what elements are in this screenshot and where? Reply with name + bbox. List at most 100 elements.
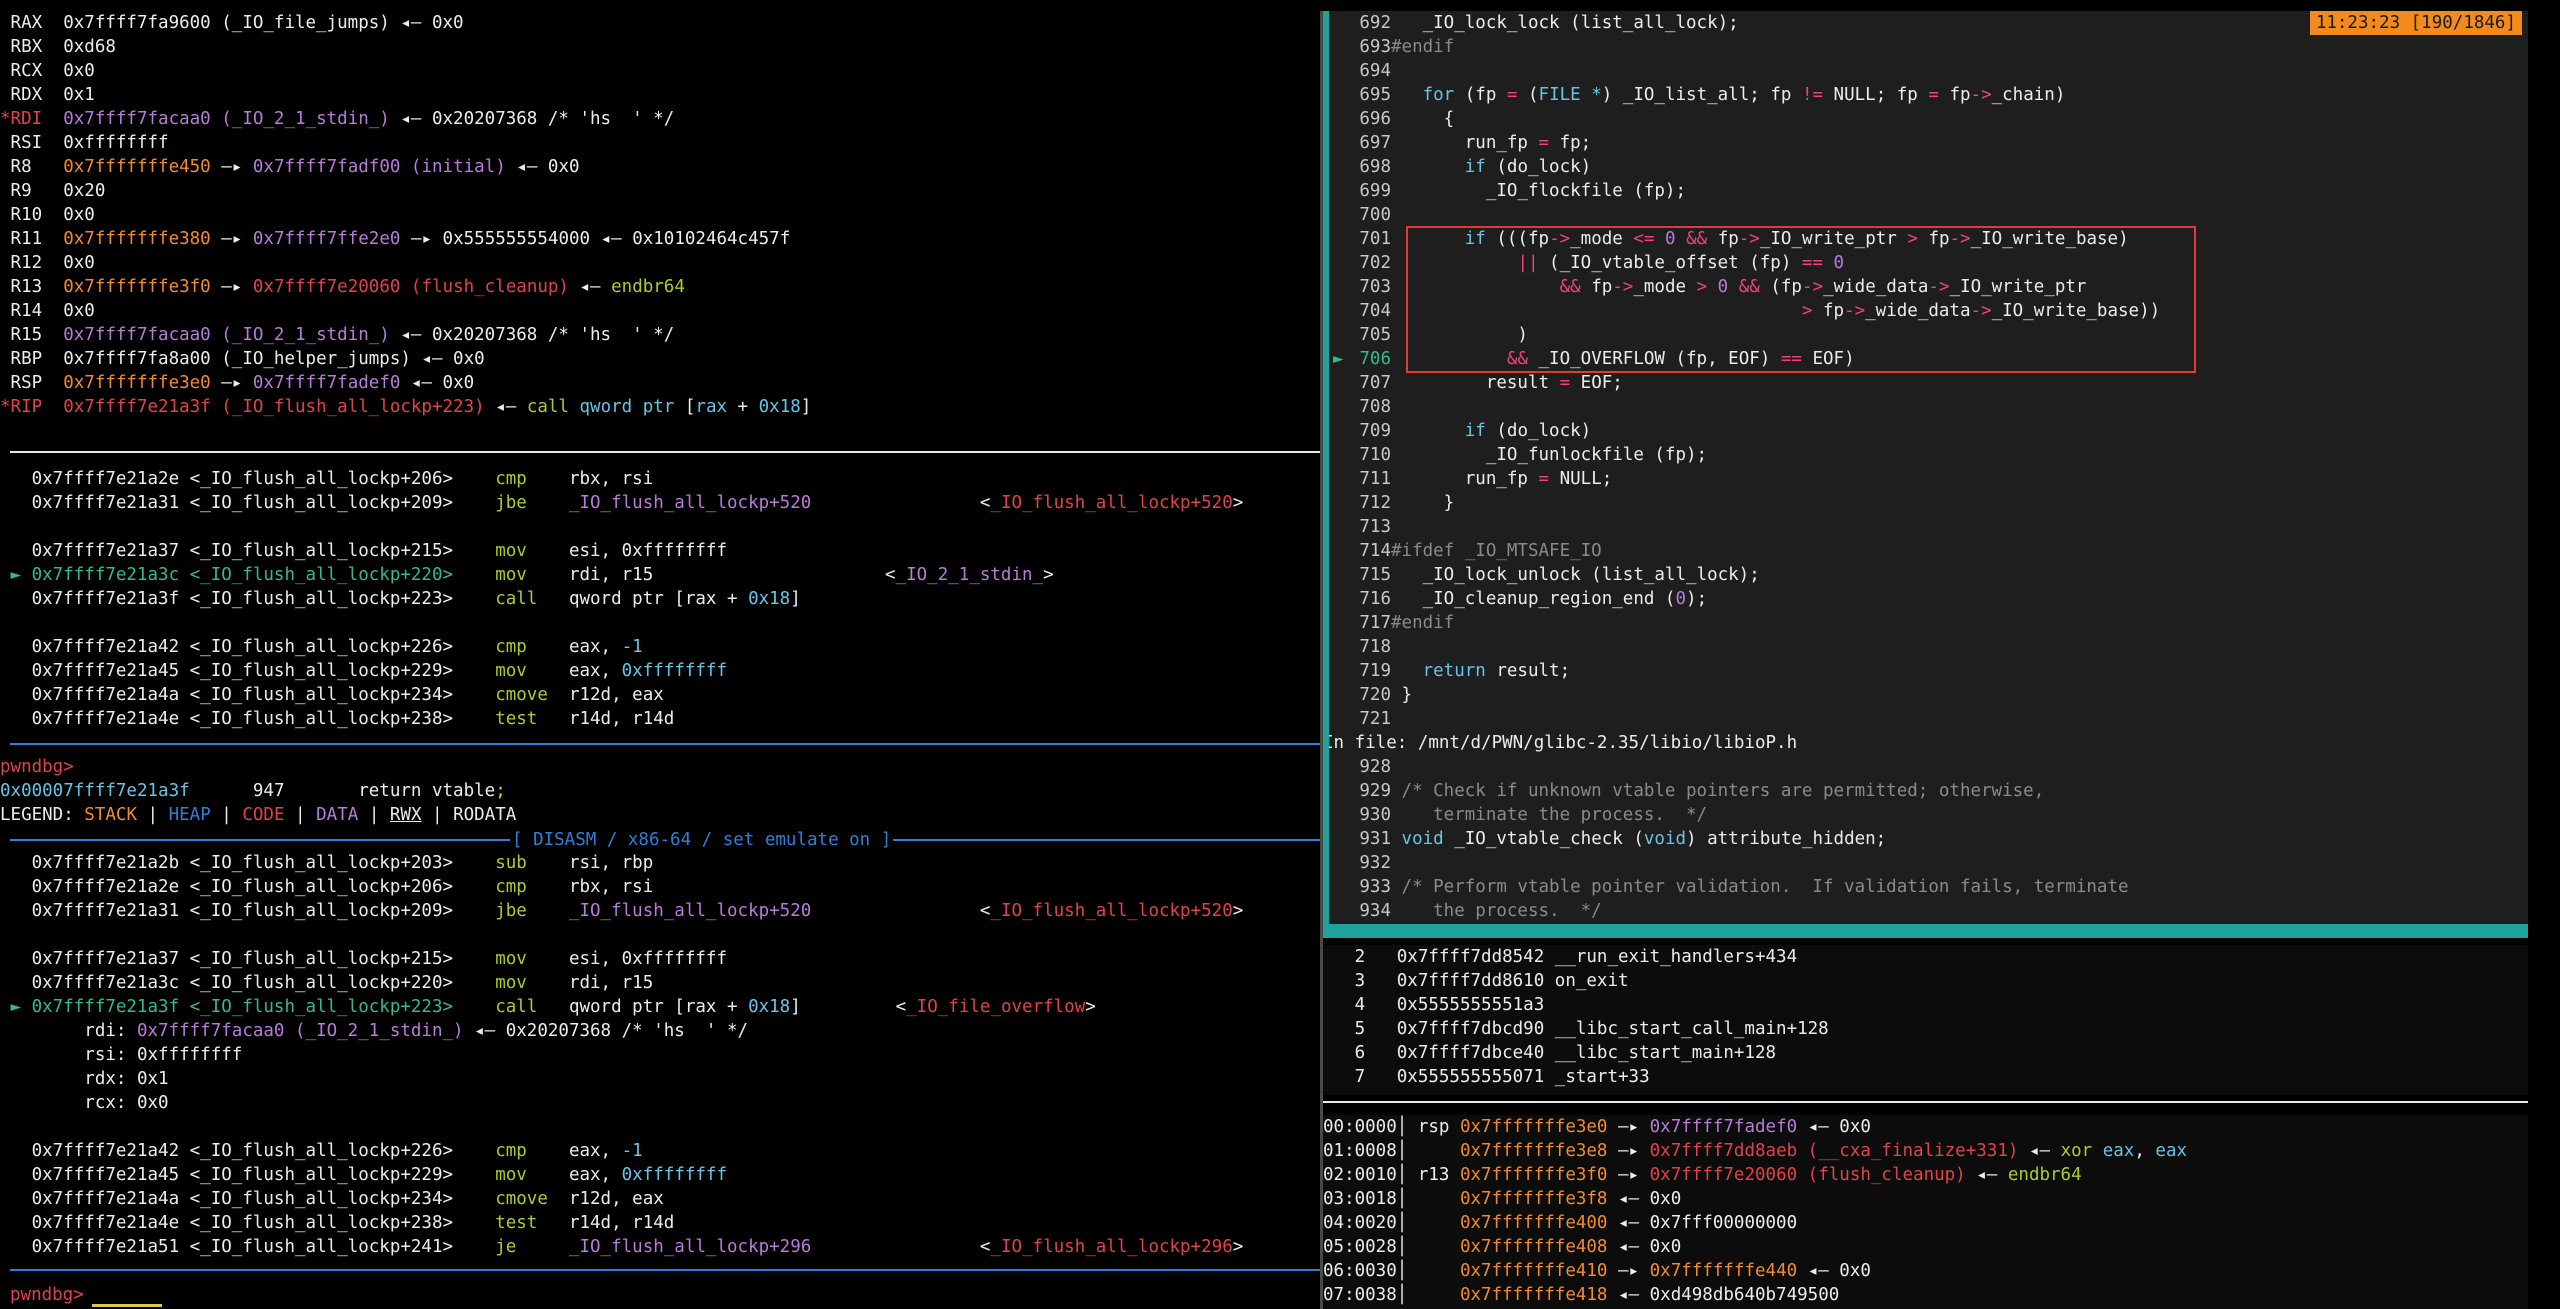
console-text: 0x00007ffff7e21a3f	[0, 781, 190, 801]
disasm-line: 0x7ffff7e21a4a <_IO_flush_all_lockp+234>…	[0, 1187, 1320, 1211]
register-text: RBX 0xd68	[0, 37, 116, 57]
code-token: ->	[1612, 277, 1634, 297]
line-number: 711	[1359, 469, 1391, 489]
code-token: void	[1643, 829, 1687, 849]
disasm-line: rcx: 0x0	[0, 1091, 1320, 1115]
disasm-text: 0x18	[748, 589, 791, 609]
console-line: pwndbg>	[0, 755, 1320, 779]
code-token: !=	[1801, 85, 1824, 105]
code-token: #endif	[1391, 613, 1455, 633]
line-number: 695	[1359, 85, 1391, 105]
source-line: 705 )	[1329, 323, 2528, 347]
disasm-text: 0x7ffff7e21a31 <_IO_flush_all_lockp+209>	[0, 901, 496, 921]
disasm-text: call	[495, 997, 569, 1017]
disasm-text: rdx: 0x1	[0, 1069, 169, 1089]
disasm-text: 0x7ffff7e21a42 <_IO_flush_all_lockp+226>	[0, 637, 496, 657]
console-text: DATA	[316, 805, 359, 825]
disasm-line: 0x7ffff7e21a45 <_IO_flush_all_lockp+229>…	[0, 1163, 1320, 1187]
backtrace-text: 3 0x7ffff7dd8610 on_exit	[1323, 971, 1629, 991]
register-text: ◂—	[568, 277, 612, 297]
code-token: result;	[1485, 661, 1571, 681]
stack-text: eax	[2102, 1141, 2135, 1161]
disasm-text: 0xffffffff	[621, 661, 727, 681]
code-token: (do_lock)	[1485, 421, 1592, 441]
disasm-text: r12d, eax	[568, 1189, 664, 1209]
code-token: ||	[1517, 253, 1539, 273]
cursor[interactable]	[91, 1304, 162, 1307]
register-text: *RDI	[0, 109, 64, 129]
disasm-text: 0x7ffff7e21a2e <_IO_flush_all_lockp+206>	[0, 877, 496, 897]
register-line: RBX 0xd68	[0, 35, 1320, 59]
line-number: 708	[1359, 397, 1391, 417]
code-token: >	[1801, 301, 1813, 321]
source-scrollbar[interactable]	[1323, 924, 2528, 938]
disasm-text: <	[811, 493, 991, 513]
code-token: (	[1517, 85, 1539, 105]
source-line: 717#endif	[1329, 611, 2528, 635]
disasm-text: 0x7ffff7e21a4e <_IO_flush_all_lockp+238>	[0, 709, 496, 729]
stack-line: 05:0028│ 0x7fffffffe408 ◂— 0x0	[1323, 1235, 2528, 1259]
line-number: 714	[1359, 541, 1391, 561]
line-number: 933	[1359, 877, 1391, 897]
disasm-text: cmp	[495, 469, 569, 489]
disasm-line: 0x7ffff7e21a4a <_IO_flush_all_lockp+234>…	[0, 683, 1320, 707]
stack-line: 01:0008│ 0x7fffffffe3e8 —▸ 0x7ffff7dd8ae…	[1323, 1139, 2528, 1163]
source-line: 934 the process. */	[1329, 899, 2528, 923]
disasm-top-pane: 0x7ffff7e21a2e <_IO_flush_all_lockp+206>…	[0, 467, 1320, 737]
code-token: _IO_write_base)	[1970, 229, 2129, 249]
registers-pane: RAX 0x7ffff7fa9600 (_IO_file_jumps) ◂— 0…	[0, 11, 1320, 421]
backtrace-line: 6 0x7ffff7dbce40 __libc_start_main+128	[1323, 1041, 2528, 1065]
register-text: ◂—	[484, 397, 527, 417]
line-number: 701	[1359, 229, 1391, 249]
line-number: 700	[1359, 205, 1391, 225]
code-token: fp	[1938, 85, 1971, 105]
code-token: _IO_lock_lock (list_all_lock);	[1391, 13, 1739, 33]
source-line: 703 && fp->_mode > 0 && (fp->_wide_data-…	[1329, 275, 2528, 299]
backtrace-pane: 2 0x7ffff7dd8542 __run_exit_handlers+434…	[1323, 945, 2528, 1095]
disasm-header-label: [ DISASM / x86-64 / set emulate on ]	[510, 828, 894, 852]
prompt-line[interactable]: pwndbg>	[10, 1283, 1320, 1307]
line-number: 707	[1359, 373, 1391, 393]
line-number: 719	[1359, 661, 1391, 681]
disasm-text: _IO_2_1_stdin_	[895, 565, 1044, 585]
disasm-text: 0x7ffff7e21a37 <_IO_flush_all_lockp+215>	[0, 541, 496, 561]
disasm-text: >	[1232, 493, 1244, 513]
stack-text: ◂— 0x0	[1797, 1261, 1871, 1281]
register-text: ◂— 0x0	[400, 373, 475, 393]
stack-text: 0x7fffffffe3e8	[1459, 1141, 1608, 1161]
line-number: 693	[1359, 37, 1391, 57]
code-token: =	[1559, 373, 1571, 393]
disasm-text: ◂— 0x20207368 /* 'hs ' */	[463, 1021, 749, 1041]
disasm-line	[0, 515, 1320, 539]
register-text: ◂— 0x20207368 /* 'hs ' */	[389, 325, 675, 345]
register-text: ]	[800, 397, 812, 417]
disasm-text: mov	[495, 1165, 569, 1185]
console-line: LEGEND: STACK | HEAP | CODE | DATA | RWX…	[0, 803, 1320, 827]
register-text: rax	[695, 397, 728, 417]
code-token: =	[1928, 85, 1939, 105]
register-text: qword ptr	[579, 397, 685, 417]
code-token: run_fp	[1391, 133, 1539, 153]
stack-text: ◂— 0xd498db640b749500	[1607, 1285, 1840, 1305]
stack-text: 04:0020│	[1323, 1213, 1460, 1233]
line-number: 930	[1359, 805, 1391, 825]
stack-text: ,	[2134, 1141, 2156, 1161]
code-token: ->	[1928, 277, 1950, 297]
code-token: run_fp	[1391, 469, 1539, 489]
line-number: 692	[1359, 13, 1391, 33]
register-text: [	[684, 397, 696, 417]
stack-text: —▸	[1607, 1165, 1650, 1185]
source-line: 711 run_fp = NULL;	[1329, 467, 2528, 491]
disasm-text: rsi: 0xffffffff	[0, 1045, 243, 1065]
register-text: RAX 0x7ffff7fa9600 (_IO_file_jumps) ◂— 0…	[0, 13, 464, 33]
source2-lines: 928 929 /* Check if unknown vtable pointe…	[1329, 755, 2528, 923]
stack-text: 0x7fffffffe410	[1459, 1261, 1608, 1281]
register-text: 0x7ffff7fadef0	[252, 373, 401, 393]
stack-text: 03:0018│	[1323, 1189, 1460, 1209]
line-number: 717	[1359, 613, 1391, 633]
divider	[10, 1269, 1320, 1271]
